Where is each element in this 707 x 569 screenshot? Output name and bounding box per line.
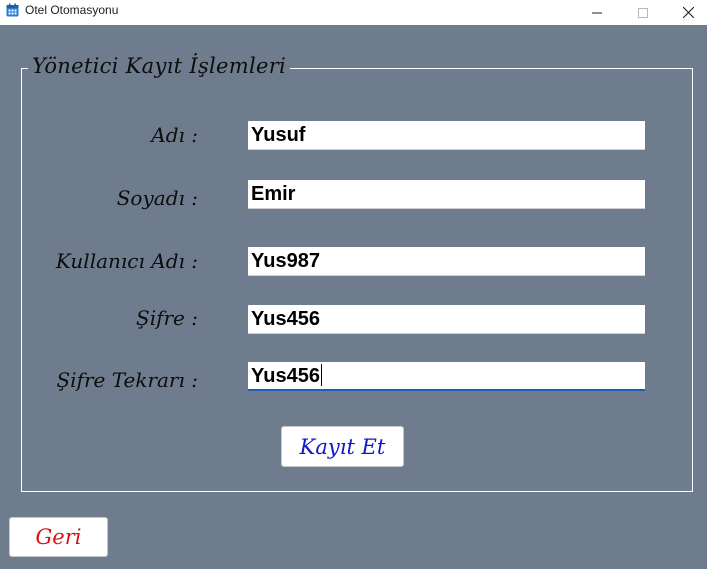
first-name-input[interactable]: Yusuf bbox=[248, 121, 645, 150]
password-input[interactable]: Yus456 bbox=[248, 305, 645, 334]
text-caret bbox=[320, 364, 322, 386]
last-name-label: Soyadı : bbox=[116, 186, 198, 210]
minimize-button[interactable] bbox=[574, 0, 620, 25]
username-input[interactable]: Yus987 bbox=[248, 247, 645, 276]
maximize-icon bbox=[638, 7, 648, 18]
back-button[interactable]: Geri bbox=[9, 517, 108, 557]
password-repeat-input[interactable]: Yus456 bbox=[248, 362, 645, 391]
password-repeat-value: Yus456 bbox=[251, 365, 320, 387]
group-title: Yönetici Kayıt İşlemleri bbox=[28, 52, 291, 80]
save-button[interactable]: Kayıt Et bbox=[281, 426, 404, 467]
maximize-button[interactable] bbox=[620, 0, 666, 25]
window-title: Otel Otomasyonu bbox=[25, 3, 119, 17]
close-icon bbox=[682, 7, 694, 18]
close-button[interactable] bbox=[665, 0, 707, 25]
password-label: Şifre : bbox=[136, 306, 198, 330]
title-bar: Otel Otomasyonu bbox=[0, 0, 707, 25]
last-name-input[interactable]: Emir bbox=[248, 180, 645, 209]
password-repeat-label: Şifre Tekrarı : bbox=[56, 368, 198, 392]
username-label: Kullanıcı Adı : bbox=[55, 249, 198, 273]
first-name-label: Adı : bbox=[151, 123, 198, 147]
minimize-icon bbox=[592, 12, 602, 13]
calendar-icon bbox=[6, 3, 19, 17]
